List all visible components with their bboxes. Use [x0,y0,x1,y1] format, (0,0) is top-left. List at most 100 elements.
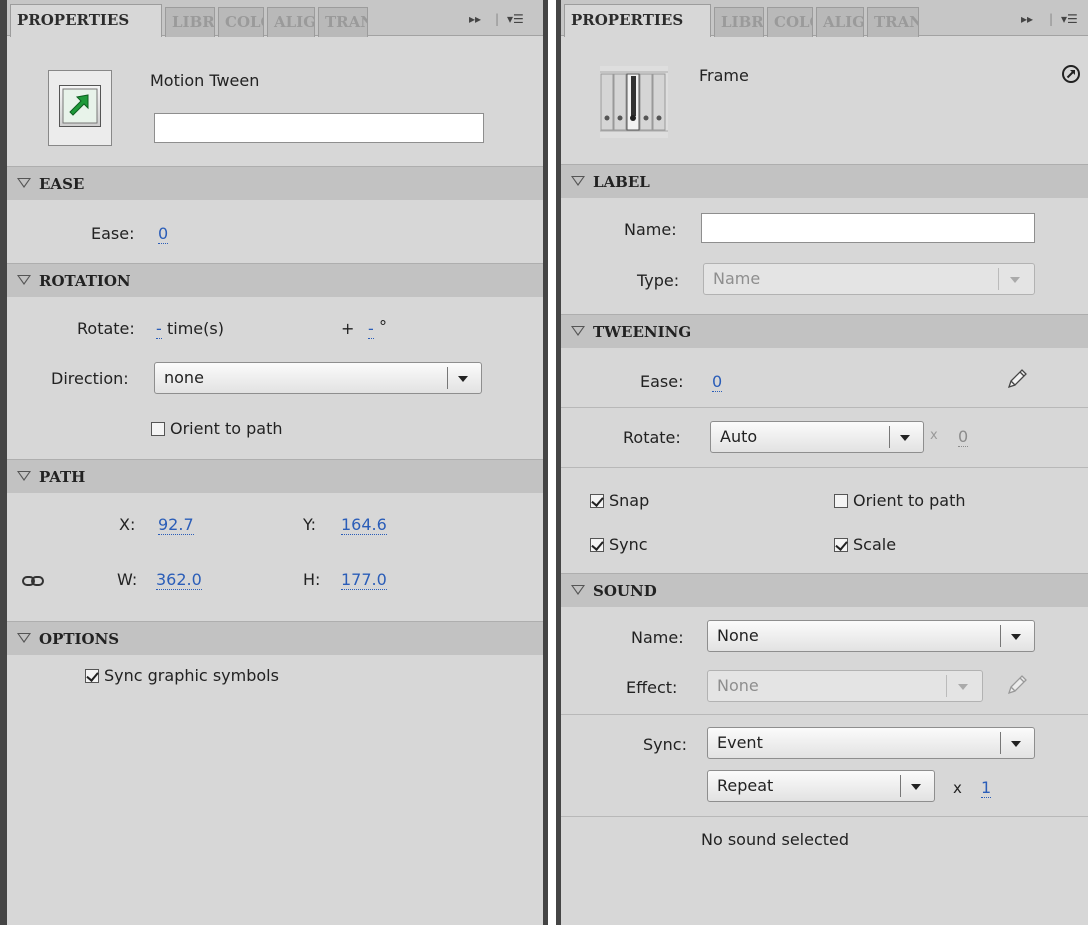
tween-rotate-times-value[interactable]: 0 [958,428,969,447]
frame-label-name-input[interactable] [701,213,1035,243]
divider [561,816,1088,817]
label-type-value: Name [713,269,761,288]
sound-sync-dropdown[interactable]: Event [707,727,1035,759]
dropdown-separator [946,675,947,697]
collapse-triangle-icon [17,275,31,285]
help-link-icon[interactable] [1061,64,1081,88]
sound-sync-label: Sync: [643,735,687,754]
h-value[interactable]: 177.0 [341,571,387,590]
section-rotation-header[interactable]: ROTATION [7,263,543,297]
tab-color[interactable]: COLO [218,7,264,37]
section-title: ROTATION [39,272,131,290]
checkbox-checked-icon [834,538,848,552]
tab-align[interactable]: ALIG! [267,7,315,37]
tween-rotate-value: Auto [720,427,758,446]
orient-to-path-label: Orient to path [170,419,283,438]
section-path-header[interactable]: PATH [7,459,543,493]
w-value[interactable]: 362.0 [156,571,202,590]
tab-properties[interactable]: PROPERTIES [10,4,162,37]
chevron-down-icon [1010,277,1020,283]
repeat-count-value[interactable]: 1 [981,779,992,798]
sound-name-label: Name: [631,628,684,647]
checkbox-icon [151,422,165,436]
expand-panels-icon[interactable]: ▸▸ [469,12,481,26]
checkbox-checked-icon [590,494,604,508]
sound-name-dropdown[interactable]: None [707,620,1035,652]
tab-transform[interactable]: TRAN! [318,7,368,37]
frame-properties-panel: PROPERTIES LIBR/ COLO ALIG! TRAN! ▸▸ | ▾… [556,0,1088,925]
sync-graphic-symbols-checkbox[interactable]: Sync graphic symbols [85,666,279,685]
tab-library[interactable]: LIBR/ [165,7,215,37]
motion-tween-properties-panel: PROPERTIES LIBR/ COLO ALIG! TRAN! ▸▸ | ▾… [0,0,548,925]
tween-ease-label: Ease: [640,372,684,391]
section-label-header[interactable]: LABEL [561,164,1088,198]
collapse-triangle-icon [17,471,31,481]
x-label: X: [119,515,136,534]
rotate-times-value[interactable]: - [156,320,162,339]
dropdown-separator [998,268,999,290]
direction-label: Direction: [51,369,129,388]
edit-effect-pencil-icon[interactable] [1005,673,1029,701]
w-label: W: [117,570,138,589]
sync-graphic-symbols-label: Sync graphic symbols [104,666,279,685]
tab-transform[interactable]: TRAN! [867,7,919,37]
section-tweening-header[interactable]: TWEENING [561,314,1088,348]
x-value[interactable]: 92.7 [158,516,194,535]
panel-menu-icon[interactable]: ▾☰ [507,12,524,26]
scale-checkbox[interactable]: Scale [834,535,896,554]
rotate-degrees-value[interactable]: - [368,320,374,339]
tab-divider: | [1049,12,1054,26]
tween-orient-to-path-checkbox[interactable]: Orient to path [834,491,965,510]
tween-rotate-dropdown[interactable]: Auto [710,421,924,453]
instance-name-input[interactable] [154,113,484,143]
section-title: LABEL [593,173,650,191]
snap-label: Snap [609,491,650,510]
chevron-down-icon [900,435,910,441]
motion-tween-icon [48,70,112,146]
collapse-triangle-icon [17,633,31,643]
expand-panels-icon[interactable]: ▸▸ [1021,12,1033,26]
direction-dropdown[interactable]: none [154,362,482,394]
collapse-triangle-icon [571,585,585,595]
sound-repeat-dropdown[interactable]: Repeat [707,770,935,802]
section-sound-header[interactable]: SOUND [561,573,1088,607]
tab-properties[interactable]: PROPERTIES [564,4,711,37]
label-name-label: Name: [624,220,677,239]
tab-color[interactable]: COLO [767,7,813,37]
snap-checkbox[interactable]: Snap [590,491,649,510]
section-title: TWEENING [593,323,692,341]
sound-status-text: No sound selected [701,830,850,849]
dropdown-separator [1000,625,1001,647]
dropdown-separator [1000,732,1001,754]
link-constrain-icon[interactable] [22,573,44,592]
panel-menu-icon[interactable]: ▾☰ [1061,12,1078,26]
sound-sync-value: Event [717,733,763,752]
tab-bar: PROPERTIES LIBR/ COLO ALIG! TRAN! ▸▸ | ▾… [7,0,543,37]
dropdown-separator [900,775,901,797]
section-ease-header[interactable]: EASE [7,166,543,200]
panel-title: Frame [699,66,749,85]
times-label: time(s) [167,319,224,338]
edit-ease-pencil-icon[interactable] [1005,367,1029,395]
orient-to-path-label: Orient to path [853,491,966,510]
sync-checkbox[interactable]: Sync [590,535,648,554]
tab-library[interactable]: LIBR/ [714,7,764,37]
collapse-triangle-icon [571,176,585,186]
orient-to-path-checkbox[interactable]: Orient to path [151,419,282,438]
section-options-header[interactable]: OPTIONS [7,621,543,655]
chevron-down-icon [1011,741,1021,747]
chevron-down-icon [911,784,921,790]
label-type-dropdown[interactable]: Name [703,263,1035,295]
section-title: EASE [39,175,85,193]
sound-effect-dropdown[interactable]: None [707,670,983,702]
sound-name-value: None [717,626,759,645]
tab-bar: PROPERTIES LIBR/ COLO ALIG! TRAN! ▸▸ | ▾… [561,0,1088,37]
tab-align[interactable]: ALIG! [816,7,864,37]
ease-value[interactable]: 0 [158,225,169,244]
scale-label: Scale [853,535,897,554]
tween-ease-value[interactable]: 0 [712,373,723,392]
h-label: H: [303,570,321,589]
sound-effect-value: None [717,676,759,695]
degree-symbol: ° [379,317,387,336]
y-value[interactable]: 164.6 [341,516,387,535]
